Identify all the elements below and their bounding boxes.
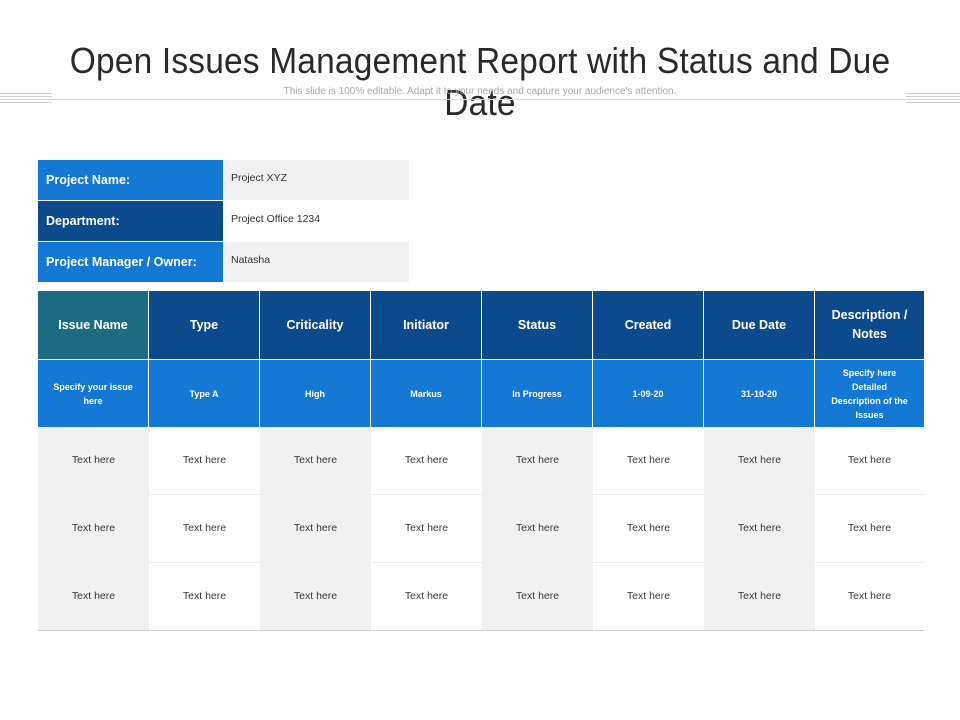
cell-type: Text here (149, 563, 260, 631)
cell-criticality: Text here (260, 495, 371, 563)
cell-status: Text here (482, 563, 593, 631)
cell-issue-name: Text here (38, 427, 149, 495)
table-row: Text here Text here Text here Text here Text… (38, 427, 924, 495)
cell-initiator: Text here (371, 427, 482, 495)
cell-issue-name: Text here (38, 495, 149, 563)
cell-issue-name: Text here (38, 563, 149, 631)
cell-description: Text here (815, 495, 924, 563)
page-title: Open Issues Management Report with Statu… (69, 40, 891, 123)
cell-criticality: High (260, 359, 371, 427)
table-row: Text here Text here Text here Text here Text… (38, 495, 924, 563)
cell-created: Text here (593, 427, 704, 495)
column-header-issue-name: Issue Name (38, 291, 149, 359)
project-info-row: Project Manager / Owner: Natasha (38, 242, 409, 283)
cell-type: Type A (149, 359, 260, 427)
department-value: Project Office 1234 (223, 201, 409, 241)
column-header-description: Description / Notes (815, 291, 924, 359)
cell-created: Text here (593, 495, 704, 563)
cell-type: Text here (149, 427, 260, 495)
project-info-row: Department: Project Office 1234 (38, 201, 409, 242)
cell-criticality: Text here (260, 563, 371, 631)
page-subtitle: This slide is 100% editable. Adapt it to… (283, 86, 677, 97)
cell-initiator: Text here (371, 495, 482, 563)
cell-initiator: Markus (371, 359, 482, 427)
cell-type: Text here (149, 495, 260, 563)
cell-due-date: 31-10-20 (704, 359, 815, 427)
title-divider (52, 99, 908, 100)
cell-due-date: Text here (704, 427, 815, 495)
column-header-due-date: Due Date (704, 291, 815, 359)
project-manager-label: Project Manager / Owner: (38, 242, 223, 282)
cell-created: 1-09-20 (593, 359, 704, 427)
project-name-label: Project Name: (38, 160, 223, 200)
cell-status: Text here (482, 427, 593, 495)
column-header-created: Created (593, 291, 704, 359)
column-header-status: Status (482, 291, 593, 359)
project-info-table: Project Name: Project XYZ Department: Pr… (38, 160, 409, 283)
cell-description: Text here (815, 427, 924, 495)
column-header-criticality: Criticality (260, 291, 371, 359)
table-row: Text here Text here Text here Text here Text… (38, 563, 924, 631)
column-header-type: Type (149, 291, 260, 359)
cell-description: Specify here Detailed Description of the… (815, 359, 924, 427)
cell-description: Text here (815, 563, 924, 631)
slide: Open Issues Management Report with Statu… (0, 0, 960, 720)
table-header-row: Issue Name Type Criticality Initiator Status… (38, 291, 924, 359)
issues-table: Issue Name Type Criticality Initiator Status… (38, 291, 924, 631)
column-header-initiator: Initiator (371, 291, 482, 359)
project-manager-value: Natasha (223, 242, 409, 282)
cell-status: Text here (482, 495, 593, 563)
cell-initiator: Text here (371, 563, 482, 631)
cell-created: Text here (593, 563, 704, 631)
department-label: Department: (38, 201, 223, 241)
cell-due-date: Text here (704, 563, 815, 631)
project-name-value: Project XYZ (223, 160, 409, 200)
table-row-specification: Specify your issue here Type A High Markus I… (38, 359, 924, 427)
cell-due-date: Text here (704, 495, 815, 563)
cell-status: In Progress (482, 359, 593, 427)
cell-issue-name: Specify your issue here (38, 359, 149, 427)
cell-criticality: Text here (260, 427, 371, 495)
project-info-row: Project Name: Project XYZ (38, 160, 409, 201)
